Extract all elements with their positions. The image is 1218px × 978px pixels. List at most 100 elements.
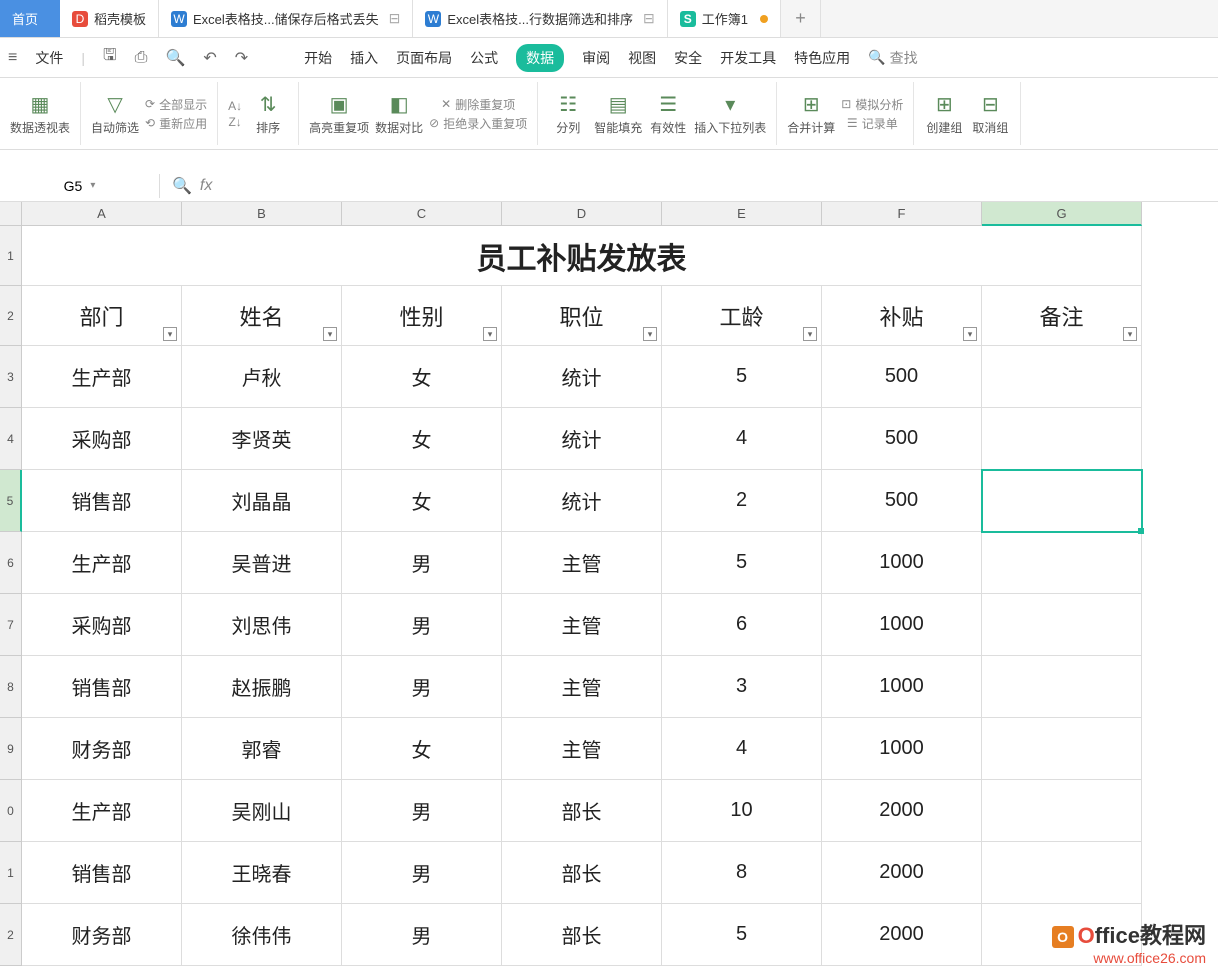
- col-header-f[interactable]: F: [822, 202, 982, 226]
- data-cell[interactable]: 3: [662, 656, 822, 718]
- data-cell[interactable]: 主管: [502, 532, 662, 594]
- data-cell[interactable]: 主管: [502, 718, 662, 780]
- menu-insert[interactable]: 插入: [350, 48, 378, 68]
- validation-button[interactable]: ☰有效性: [648, 92, 688, 136]
- data-cell[interactable]: 统计: [502, 408, 662, 470]
- data-cell[interactable]: 销售部: [22, 842, 182, 904]
- header-cell[interactable]: 部门▾: [22, 286, 182, 346]
- whatif-button[interactable]: ⊡模拟分析: [841, 96, 903, 113]
- dedup-highlight-button[interactable]: ▣高亮重复项: [309, 92, 369, 136]
- data-cell[interactable]: [982, 346, 1142, 408]
- menu-feature[interactable]: 特色应用: [794, 48, 850, 68]
- col-header-e[interactable]: E: [662, 202, 822, 226]
- filter-icon[interactable]: ▾: [163, 327, 177, 341]
- data-cell[interactable]: 吴刚山: [182, 780, 342, 842]
- menu-dev[interactable]: 开发工具: [720, 48, 776, 68]
- pivot-button[interactable]: ▦数据透视表: [10, 92, 70, 136]
- col-header-d[interactable]: D: [502, 202, 662, 226]
- data-cell[interactable]: 生产部: [22, 532, 182, 594]
- autofilter-button[interactable]: ▽自动筛选: [91, 92, 139, 136]
- data-cell[interactable]: 2000: [822, 842, 982, 904]
- header-cell[interactable]: 工龄▾: [662, 286, 822, 346]
- data-cell[interactable]: 男: [342, 656, 502, 718]
- close-icon[interactable]: ⊟: [643, 10, 655, 27]
- data-cell[interactable]: [982, 656, 1142, 718]
- data-cell[interactable]: 卢秋: [182, 346, 342, 408]
- row-header[interactable]: 4: [0, 408, 22, 470]
- split-button[interactable]: ☷分列: [548, 92, 588, 136]
- consolidate-button[interactable]: ⊞合并计算: [787, 92, 835, 136]
- filter-icon[interactable]: ▾: [483, 327, 497, 341]
- data-cell[interactable]: 女: [342, 470, 502, 532]
- data-cell[interactable]: 1000: [822, 594, 982, 656]
- data-cell[interactable]: 生产部: [22, 346, 182, 408]
- close-icon[interactable]: ⊟: [389, 10, 401, 27]
- dropdown-button[interactable]: ▾插入下拉列表: [694, 92, 766, 136]
- data-cell[interactable]: 4: [662, 408, 822, 470]
- title-cell[interactable]: 员工补贴发放表: [22, 226, 1142, 286]
- data-cell[interactable]: 赵振鹏: [182, 656, 342, 718]
- flashfill-button[interactable]: ▤智能填充: [594, 92, 642, 136]
- menu-review[interactable]: 审阅: [582, 48, 610, 68]
- data-cell[interactable]: 男: [342, 532, 502, 594]
- search-box[interactable]: 🔍 查找: [868, 48, 917, 68]
- header-cell[interactable]: 补贴▾: [822, 286, 982, 346]
- data-cell[interactable]: [982, 842, 1142, 904]
- filter-icon[interactable]: ▾: [323, 327, 337, 341]
- data-cell[interactable]: 财务部: [22, 904, 182, 966]
- tab-doc-2[interactable]: W Excel表格技...行数据筛选和排序 ⊟: [413, 0, 667, 37]
- data-cell[interactable]: 男: [342, 594, 502, 656]
- group-button[interactable]: ⊞创建组: [924, 92, 964, 136]
- data-cell[interactable]: 主管: [502, 656, 662, 718]
- row-header[interactable]: 2: [0, 904, 22, 966]
- data-cell[interactable]: 王晓春: [182, 842, 342, 904]
- tab-templates[interactable]: D 稻壳模板: [60, 0, 159, 37]
- data-cell[interactable]: 500: [822, 346, 982, 408]
- data-cell[interactable]: 女: [342, 346, 502, 408]
- data-cell[interactable]: 统计: [502, 346, 662, 408]
- data-cell[interactable]: 500: [822, 470, 982, 532]
- compare-button[interactable]: ◧数据对比: [375, 92, 423, 136]
- data-cell[interactable]: 吴普进: [182, 532, 342, 594]
- col-header-b[interactable]: B: [182, 202, 342, 226]
- zoom-icon[interactable]: 🔍: [172, 176, 192, 196]
- filter-icon[interactable]: ▾: [643, 327, 657, 341]
- col-header-c[interactable]: C: [342, 202, 502, 226]
- tab-workbook-active[interactable]: S 工作簿1: [668, 0, 781, 37]
- data-cell[interactable]: 8: [662, 842, 822, 904]
- data-cell[interactable]: 生产部: [22, 780, 182, 842]
- tab-home[interactable]: 首页: [0, 0, 60, 37]
- data-cell[interactable]: 刘思伟: [182, 594, 342, 656]
- data-cell[interactable]: 部长: [502, 780, 662, 842]
- menu-formula[interactable]: 公式: [470, 48, 498, 68]
- menu-data[interactable]: 数据: [516, 44, 564, 72]
- data-cell[interactable]: 销售部: [22, 470, 182, 532]
- row-header[interactable]: 1: [0, 842, 22, 904]
- menu-view[interactable]: 视图: [628, 48, 656, 68]
- row-header[interactable]: 5: [0, 470, 22, 532]
- data-cell[interactable]: 1000: [822, 532, 982, 594]
- col-header-a[interactable]: A: [22, 202, 182, 226]
- data-cell[interactable]: 部长: [502, 904, 662, 966]
- sort-desc-button[interactable]: Z↓: [228, 115, 242, 129]
- data-cell[interactable]: 2000: [822, 904, 982, 966]
- row-header[interactable]: 9: [0, 718, 22, 780]
- data-cell[interactable]: 10: [662, 780, 822, 842]
- data-cell[interactable]: 部长: [502, 842, 662, 904]
- data-cell[interactable]: 刘晶晶: [182, 470, 342, 532]
- data-cell[interactable]: [982, 780, 1142, 842]
- data-cell[interactable]: 1000: [822, 656, 982, 718]
- sort-asc-button[interactable]: A↓: [228, 99, 242, 113]
- data-cell[interactable]: 销售部: [22, 656, 182, 718]
- data-cell[interactable]: 郭睿: [182, 718, 342, 780]
- data-cell[interactable]: 2: [662, 470, 822, 532]
- data-cell[interactable]: 采购部: [22, 594, 182, 656]
- data-cell[interactable]: 5: [662, 346, 822, 408]
- data-cell[interactable]: 女: [342, 718, 502, 780]
- menu-security[interactable]: 安全: [674, 48, 702, 68]
- data-cell[interactable]: 2000: [822, 780, 982, 842]
- row-header[interactable]: 6: [0, 532, 22, 594]
- row-header[interactable]: 8: [0, 656, 22, 718]
- data-cell[interactable]: 4: [662, 718, 822, 780]
- filter-icon[interactable]: ▾: [1123, 327, 1137, 341]
